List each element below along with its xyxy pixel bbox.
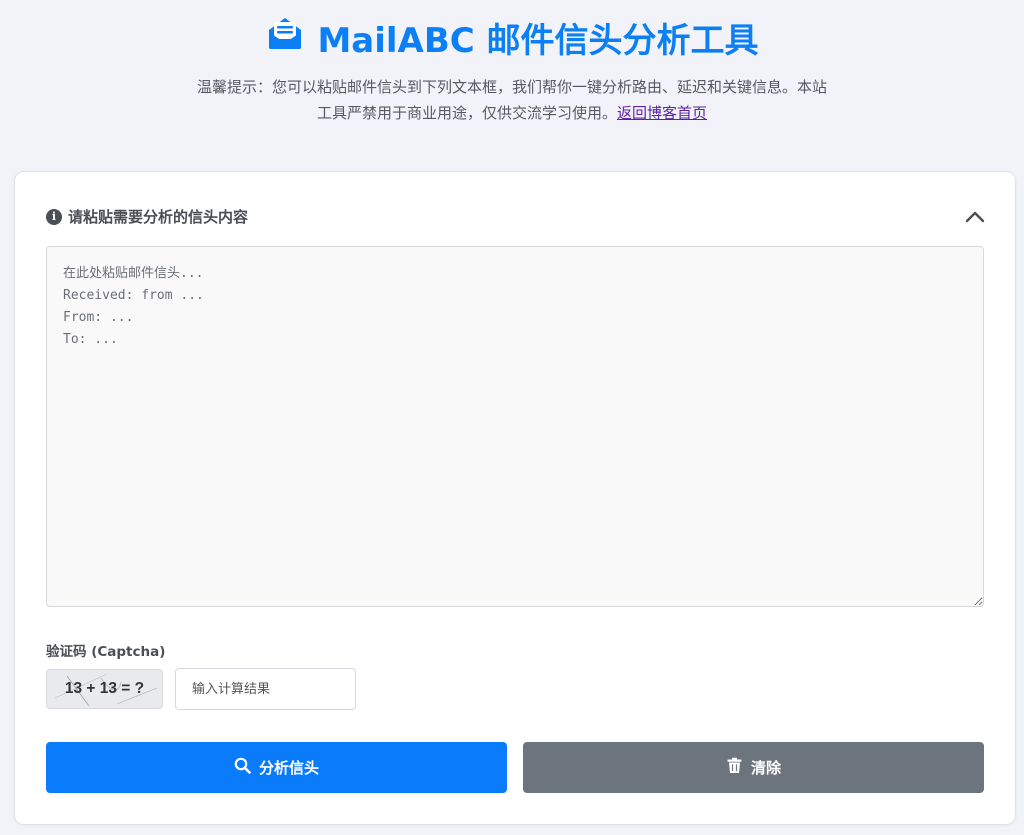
blog-home-link[interactable]: 返回博客首页 [617,104,707,122]
email-header-textarea[interactable] [46,246,984,607]
info-circle-icon: i [46,208,62,225]
analyze-button[interactable]: 分析信头 [46,742,507,793]
notice-body: 温馨提示：您可以粘贴邮件信头到下列文本框，我们帮你一键分析路由、延迟和关键信息。… [196,78,827,122]
page-title-text: MailABC 邮件信头分析工具 [317,20,759,61]
analyzer-card: i 请粘贴需要分析的信头内容 验证码 (Captcha) 13 + 13 = ?… [14,171,1016,825]
captcha-label: 验证码 (Captcha) [46,644,166,660]
envelope-open-icon [265,13,305,62]
captcha-question: 13 + 13 = ? [64,680,145,697]
captcha-image[interactable]: 13 + 13 = ? [46,669,163,709]
analyze-button-label: 分析信头 [258,759,319,777]
input-section-header[interactable]: i 请粘贴需要分析的信头内容 [46,206,985,227]
clear-button-label: 清除 [750,759,781,777]
input-section-label: 请粘贴需要分析的信头内容 [68,208,249,226]
captcha-answer-input[interactable] [175,668,356,710]
clear-button[interactable]: 清除 [523,742,984,793]
page-title: MailABC 邮件信头分析工具 [265,13,759,62]
trash-icon [726,757,743,778]
chevron-up-icon[interactable] [965,210,985,224]
search-icon [234,757,251,778]
input-section-title: i 请粘贴需要分析的信头内容 [46,206,248,227]
page-header: MailABC 邮件信头分析工具 温馨提示：您可以粘贴邮件信头到下列文本框，我们… [0,0,1024,126]
notice-text: 温馨提示：您可以粘贴邮件信头到下列文本框，我们帮你一键分析路由、延迟和关键信息。… [192,74,832,126]
